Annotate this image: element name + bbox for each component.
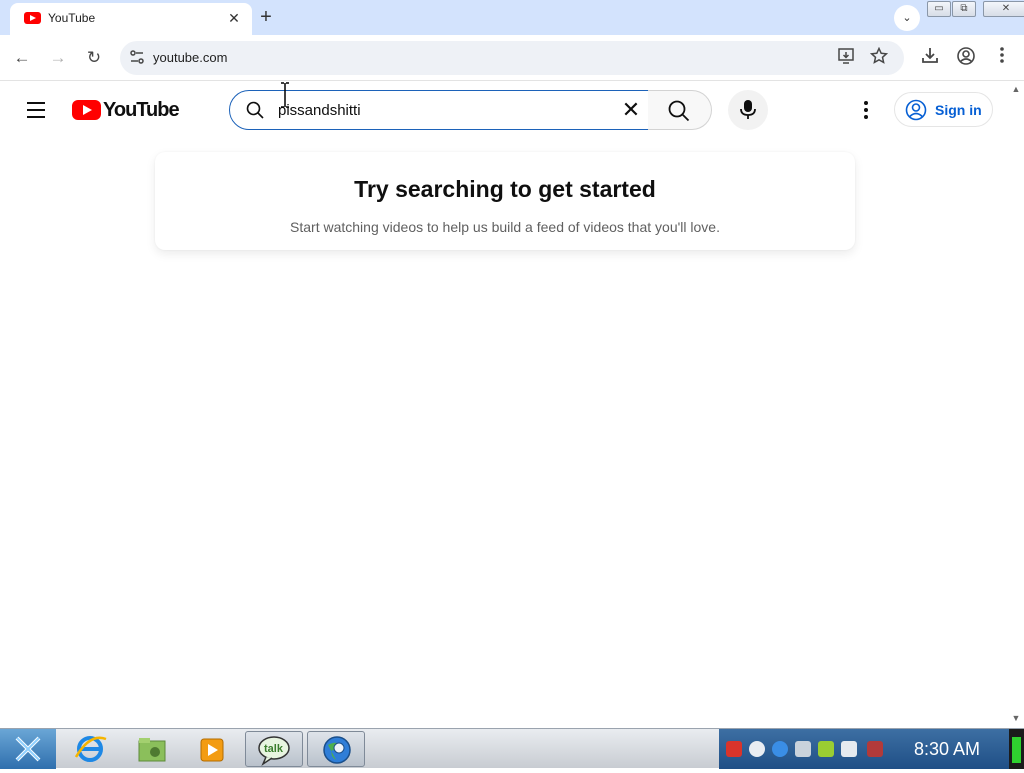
bookmark-star-icon[interactable]: [868, 46, 890, 69]
start-button[interactable]: [0, 729, 56, 769]
search-icon: [246, 101, 264, 119]
youtube-favicon-icon: [24, 12, 41, 24]
sign-in-label: Sign in: [935, 102, 982, 118]
profile-icon[interactable]: [954, 46, 978, 70]
window-controls: ▭ ⧉ ✕: [927, 1, 1024, 17]
sign-in-button[interactable]: Sign in: [894, 92, 993, 127]
account-circle-icon: [905, 99, 927, 121]
youtube-logo[interactable]: YouTube: [72, 99, 180, 123]
talk-icon[interactable]: talk: [245, 731, 303, 767]
printer-icon[interactable]: [795, 741, 811, 757]
back-button[interactable]: ←: [9, 45, 35, 71]
new-tab-button[interactable]: +: [256, 6, 276, 28]
search-box[interactable]: ✕: [229, 90, 649, 130]
tab-search-button[interactable]: ⌄: [894, 5, 920, 31]
search-button-icon: [668, 100, 690, 122]
updates-icon[interactable]: [818, 741, 834, 757]
hamburger-menu-icon[interactable]: [24, 98, 48, 122]
voice-search-button[interactable]: [728, 90, 768, 130]
info-icon[interactable]: [772, 741, 788, 757]
youtube-logo-text: YouTube: [103, 99, 180, 121]
browser-toolbar: ← → ↻ youtube.com: [0, 35, 1024, 81]
download-icon[interactable]: [918, 46, 942, 70]
internet-explorer-icon[interactable]: [62, 731, 120, 767]
clock[interactable]: 8:30 AM: [914, 739, 980, 760]
more-menu-icon[interactable]: [990, 46, 1014, 70]
system-tray: 8:30 AM: [719, 729, 1009, 769]
search-input[interactable]: [278, 99, 608, 121]
text-cursor-icon: [281, 82, 289, 108]
security-shield-icon[interactable]: [726, 741, 742, 757]
start-x-icon: [15, 736, 41, 762]
tab-close-icon[interactable]: ✕: [224, 8, 244, 28]
file-manager-icon[interactable]: [124, 731, 182, 767]
scroll-down-arrow-icon[interactable]: ▼: [1010, 712, 1022, 724]
clear-search-icon[interactable]: ✕: [620, 99, 642, 121]
tab-strip: YouTube ✕ + ⌄ ▭ ⧉ ✕: [0, 0, 1024, 35]
address-url[interactable]: youtube.com: [153, 50, 227, 65]
card-title: Try searching to get started: [354, 176, 656, 202]
get-started-card: Try searching to get started Start watch…: [155, 152, 855, 250]
taskbar: talk 8:30 AM: [0, 728, 1024, 769]
settings-more-icon[interactable]: [855, 99, 877, 121]
minimize-button[interactable]: ▭: [927, 1, 951, 17]
site-settings-icon[interactable]: [128, 49, 146, 67]
tab-title: YouTube: [48, 11, 96, 25]
restore-button[interactable]: ⧉: [952, 1, 976, 17]
volume-muted-icon[interactable]: [867, 741, 883, 757]
browser-tab-youtube[interactable]: YouTube ✕: [10, 3, 252, 35]
scroll-up-arrow-icon[interactable]: ▲: [1010, 83, 1022, 95]
chat-bubble-icon[interactable]: [749, 741, 765, 757]
address-bar[interactable]: youtube.com: [120, 41, 904, 75]
window-close-button[interactable]: ✕: [983, 1, 1024, 17]
youtube-play-icon: [72, 100, 101, 120]
show-desktop-button[interactable]: [1009, 729, 1024, 769]
network-icon[interactable]: [841, 741, 857, 757]
search-button[interactable]: [648, 90, 712, 130]
svg-text:talk: talk: [264, 743, 284, 755]
forward-button[interactable]: →: [45, 45, 71, 71]
reload-button[interactable]: ↻: [81, 45, 107, 71]
install-app-icon[interactable]: [836, 48, 858, 68]
microphone-icon: [740, 100, 756, 119]
browser-globe-icon[interactable]: [307, 731, 365, 767]
card-subtitle: Start watching videos to help us build a…: [290, 219, 720, 235]
media-player-icon[interactable]: [184, 731, 242, 767]
